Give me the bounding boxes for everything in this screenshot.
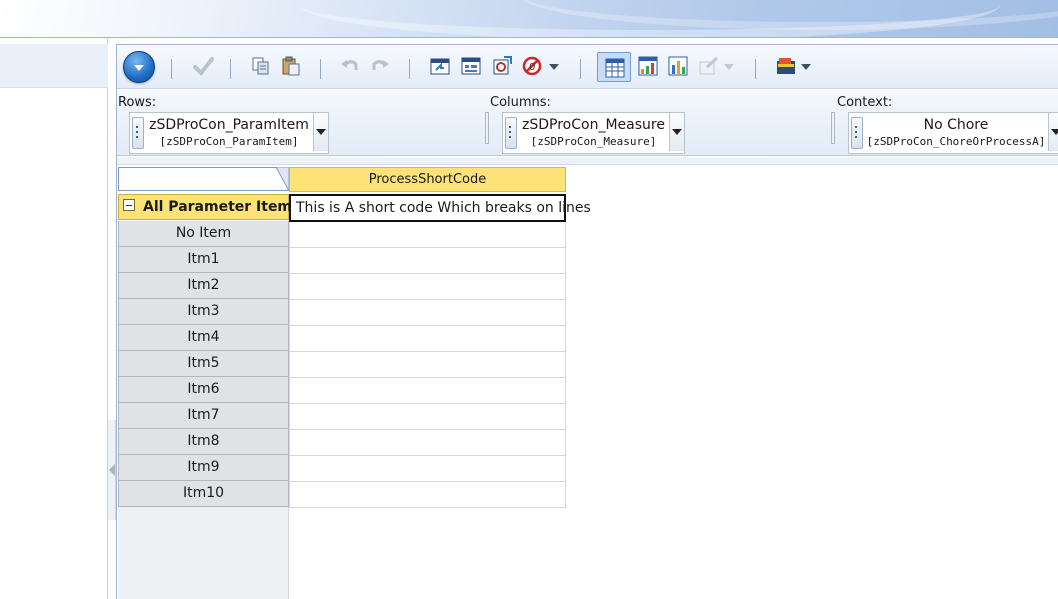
collapse-arrow-icon [109,464,115,476]
toolbar: 0 [117,45,1058,89]
row-header[interactable]: Itm9 [118,455,289,481]
left-panel [0,38,108,599]
drop-zone-divider [485,112,489,144]
context-label: Context: [837,95,893,110]
rows-dimension-selector[interactable]: zSDProCon_ParamItem [zSDProCon_ParamItem… [129,112,329,154]
drag-handle-icon[interactable] [851,117,863,149]
row-header[interactable]: Itm10 [118,481,289,507]
subset-dropdown-icon[interactable] [801,64,811,70]
rows-dimension-subset: [zSDProCon_ParamItem] [159,135,299,148]
grid-corner-cell[interactable] [118,167,289,191]
toolbar-separator [755,59,756,79]
columns-label: Columns: [490,95,551,110]
rows-dimension-name: zSDProCon_ParamItem [149,117,309,133]
redo-icon[interactable] [369,55,391,77]
chart-icon[interactable] [667,55,689,77]
rows-dropdown-button[interactable] [313,113,328,151]
grid-cell[interactable] [289,248,566,274]
toolbar-separator [580,59,581,79]
chevron-down-icon [134,65,144,71]
drag-handle-icon[interactable] [505,117,517,149]
export-dropdown-icon[interactable] [724,64,734,70]
chevron-down-icon [672,129,682,135]
export-icon[interactable] [698,55,720,77]
row-header[interactable]: Itm5 [118,351,289,377]
grid-cell[interactable] [289,456,566,482]
row-header[interactable]: Itm7 [118,403,289,429]
sandbox-icon[interactable] [429,55,451,77]
row-header[interactable]: Itm8 [118,429,289,455]
recalculate-icon[interactable] [491,55,513,77]
panel-collapse-handle[interactable] [108,420,116,520]
zero-suppression-icon[interactable]: 0 [522,55,544,77]
svg-text:0: 0 [529,62,535,73]
toolbar-separator [409,59,410,79]
grid-cell[interactable] [289,430,566,456]
grid-cell[interactable] [289,378,566,404]
undo-icon[interactable] [339,55,361,77]
row-header[interactable]: Itm1 [118,247,289,273]
rows-label: Rows: [118,95,157,110]
grid-chart-icon[interactable] [637,55,659,77]
grid-top-strip [117,157,1058,165]
commit-icon[interactable] [192,55,214,77]
menu-orb-button[interactable] [123,51,155,83]
toolbar-separator [230,59,231,79]
drop-zone-divider [831,112,835,144]
columns-dimension-subset: [zSDProCon_Measure] [530,135,657,148]
paste-icon[interactable] [280,55,302,77]
row-header[interactable]: Itm6 [118,377,289,403]
context-dimension-name: No Chore [923,117,989,133]
zero-suppression-dropdown-icon[interactable] [549,64,559,70]
toolbar-separator [171,59,172,79]
columns-dropdown-button[interactable] [669,113,684,151]
grid-cell[interactable] [289,300,566,326]
row-header[interactable]: Itm2 [118,273,289,299]
grid-cell[interactable] [289,274,566,300]
grid-cell[interactable] [289,482,566,508]
app-banner [0,0,1058,38]
left-panel-selected-item[interactable] [0,44,108,88]
corner-fold-icon [276,167,289,191]
grid-icon [605,58,625,78]
subset-editor-icon[interactable] [775,55,797,77]
grid-cell[interactable] [289,404,566,430]
collapse-minus-icon[interactable] [123,199,135,211]
grid-cell[interactable] [289,352,566,378]
row-header-area [118,507,289,599]
row-header[interactable]: Itm3 [118,299,289,325]
row-header[interactable]: No Item [118,221,289,247]
grid-view-toggle[interactable] [597,52,631,82]
column-header-processshortcode[interactable]: ProcessShortCode [289,167,566,192]
copy-icon[interactable] [250,55,272,77]
columns-dimension-name: zSDProCon_Measure [522,117,665,133]
grid-cell[interactable] [289,326,566,352]
chevron-down-icon [316,129,326,135]
row-header-all-parameter-items[interactable]: All Parameter Items [118,194,300,220]
calculate-icon[interactable] [460,55,482,77]
toolbar-separator [320,59,321,79]
context-dropdown-button[interactable] [1048,113,1058,151]
dimension-bar: Rows: zSDProCon_ParamItem [zSDProCon_Par… [117,90,1058,156]
columns-dimension-selector[interactable]: zSDProCon_Measure [zSDProCon_Measure] [502,112,685,154]
chevron-down-icon [1051,129,1058,135]
drag-handle-icon[interactable] [132,117,144,149]
context-dimension-selector[interactable]: No Chore [zSDProCon_ChoreOrProcessA] [848,112,1058,154]
selected-cell[interactable]: This is A short code Which breaks on lin… [289,194,591,222]
context-dimension-subset: [zSDProCon_ChoreOrProcessA] [866,135,1046,148]
grid-cell[interactable] [289,222,566,248]
row-header[interactable]: Itm4 [118,325,289,351]
